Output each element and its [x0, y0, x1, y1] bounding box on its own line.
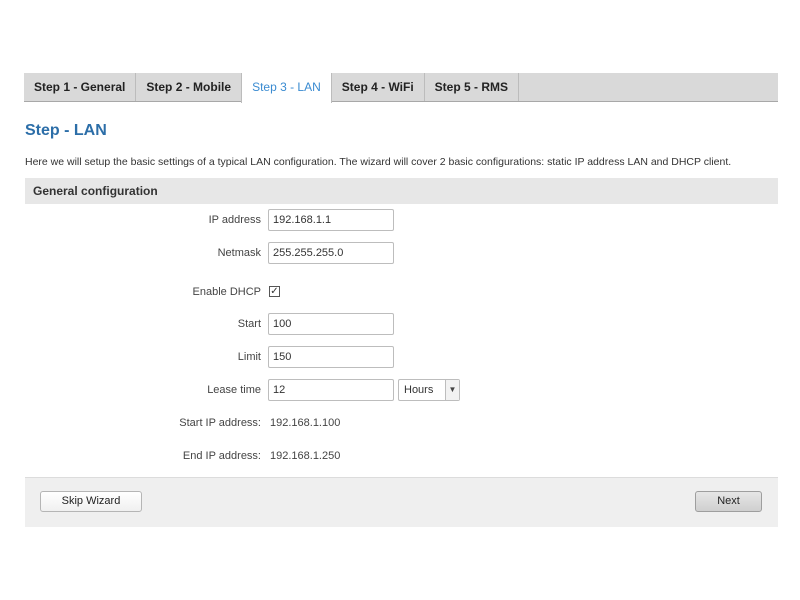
- tab-step-2-mobile[interactable]: Step 2 - Mobile: [136, 73, 243, 101]
- tab-step-1-general[interactable]: Step 1 - General: [24, 73, 137, 101]
- wizard-footer: Skip Wizard Next: [25, 477, 778, 527]
- start-ip-row: Start IP address: 192.168.1.100: [25, 412, 778, 434]
- end-ip-value: 192.168.1.250: [270, 450, 341, 462]
- ip-address-label: IP address: [208, 214, 261, 226]
- lease-time-row: Lease time Hours ▼: [25, 379, 778, 401]
- page-title: Step - LAN: [25, 122, 107, 139]
- start-label: Start: [237, 318, 261, 330]
- wizard-tabs: Step 1 - General Step 2 - Mobile Step 3 …: [24, 73, 778, 103]
- ip-address-row: IP address: [25, 209, 778, 231]
- lease-time-input[interactable]: [268, 379, 394, 401]
- tab-step-4-wifi[interactable]: Step 4 - WiFi: [332, 73, 425, 101]
- ip-address-input[interactable]: [268, 209, 394, 231]
- lease-time-unit-value: Hours: [404, 384, 434, 396]
- start-row: Start: [25, 313, 778, 335]
- limit-row: Limit: [25, 346, 778, 368]
- tab-step-5-rms[interactable]: Step 5 - RMS: [425, 73, 520, 101]
- netmask-row: Netmask: [25, 242, 778, 264]
- start-input[interactable]: [268, 313, 394, 335]
- skip-wizard-button[interactable]: Skip Wizard: [40, 491, 142, 512]
- netmask-label: Netmask: [217, 247, 261, 259]
- tab-step-3-lan[interactable]: Step 3 - LAN: [241, 73, 332, 103]
- netmask-input[interactable]: [268, 242, 394, 264]
- start-ip-value: 192.168.1.100: [270, 417, 341, 429]
- end-ip-label: End IP address:: [182, 450, 261, 462]
- start-ip-label: Start IP address:: [179, 417, 261, 429]
- limit-label: Limit: [237, 351, 261, 363]
- enable-dhcp-row: Enable DHCP ✓: [25, 281, 778, 303]
- chevron-down-icon: ▼: [445, 380, 459, 400]
- next-button[interactable]: Next: [695, 491, 762, 512]
- section-header-general-configuration: General configuration: [25, 178, 778, 204]
- end-ip-row: End IP address: 192.168.1.250: [25, 445, 778, 467]
- limit-input[interactable]: [268, 346, 394, 368]
- check-icon: ✓: [270, 286, 279, 297]
- enable-dhcp-label: Enable DHCP: [192, 286, 261, 298]
- lease-time-unit-select[interactable]: Hours ▼: [398, 379, 460, 401]
- lease-time-label: Lease time: [207, 384, 261, 396]
- enable-dhcp-checkbox[interactable]: ✓: [269, 286, 280, 297]
- page-description: Here we will setup the basic settings of…: [25, 156, 732, 168]
